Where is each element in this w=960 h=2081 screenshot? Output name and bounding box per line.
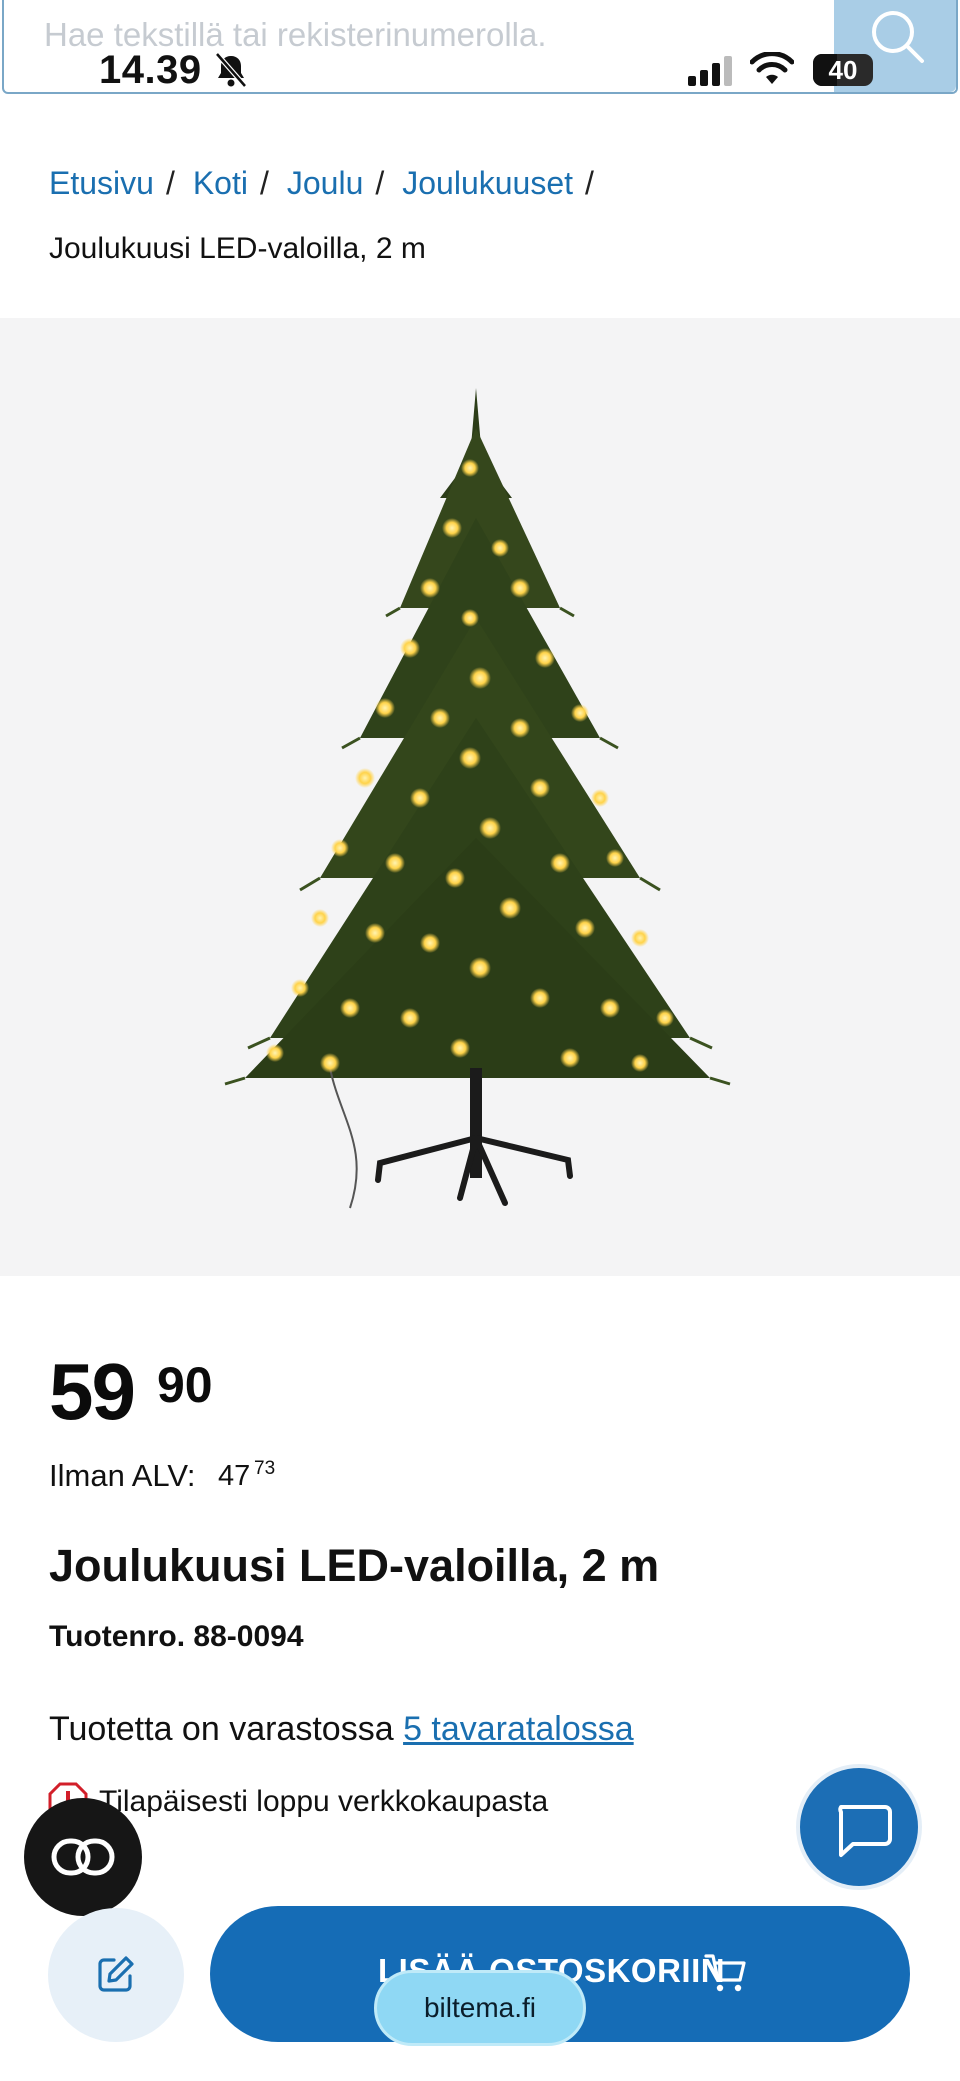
- vat-price-main: 47: [218, 1460, 251, 1492]
- search-icon: [872, 11, 924, 63]
- edit-icon: [98, 1956, 134, 1992]
- availability-notice: Tilapäisesti loppu verkkokaupasta: [99, 1785, 549, 1818]
- stock-status-text: Tuotetta on varastossa: [49, 1710, 394, 1748]
- breadcrumb-separator: /: [165, 165, 175, 201]
- link-floating-button[interactable]: [24, 1798, 142, 1916]
- status-time: 14.39: [99, 48, 202, 92]
- vat-price-cents: 73: [254, 1458, 276, 1479]
- breadcrumb-separator: /: [375, 165, 385, 201]
- product-number: Tuotenro. 88-0094: [49, 1620, 304, 1653]
- stock-status: Tuotetta on varastossa 5 tavaratalossa: [49, 1710, 634, 1749]
- price: 59 90: [49, 1352, 213, 1432]
- chat-bubble-icon: [838, 1805, 892, 1857]
- vat-label: Ilman ALV:: [49, 1458, 196, 1493]
- link-icon: [51, 1838, 115, 1876]
- product-image[interactable]: [0, 318, 960, 1276]
- breadcrumb-link-koti[interactable]: Koti: [193, 165, 248, 201]
- breadcrumb-link-joulu[interactable]: Joulu: [287, 165, 364, 201]
- browser-url-pill[interactable]: biltema.fi: [374, 1970, 586, 2046]
- wifi-icon: [750, 52, 794, 84]
- breadcrumb-separator: /: [259, 165, 269, 201]
- breadcrumb-current: Joulukuusi LED-valoilla, 2 m: [49, 232, 426, 265]
- price-cents: 90: [157, 1357, 213, 1413]
- breadcrumb-link-joulukuuset[interactable]: Joulukuuset: [402, 165, 573, 201]
- battery-percentage: 40: [828, 55, 858, 85]
- christmas-tree-image: [224, 388, 731, 1209]
- price-main: 59: [49, 1347, 136, 1436]
- edit-button[interactable]: [48, 1908, 184, 2042]
- breadcrumb: Etusivu / Koti / Joulu / Joulukuuset /: [49, 165, 612, 202]
- stock-stores-link[interactable]: 5 tavaratalossa: [403, 1710, 634, 1748]
- chat-button[interactable]: [796, 1764, 922, 1890]
- cellular-signal-icon: [688, 56, 732, 86]
- product-title: Joulukuusi LED-valoilla, 2 m: [49, 1540, 660, 1591]
- bell-muted-icon: [215, 52, 247, 88]
- battery-icon: 40: [813, 54, 873, 86]
- breadcrumb-link-etusivu[interactable]: Etusivu: [49, 165, 154, 201]
- breadcrumb-separator: /: [585, 165, 594, 201]
- cart-icon: [704, 1954, 746, 1992]
